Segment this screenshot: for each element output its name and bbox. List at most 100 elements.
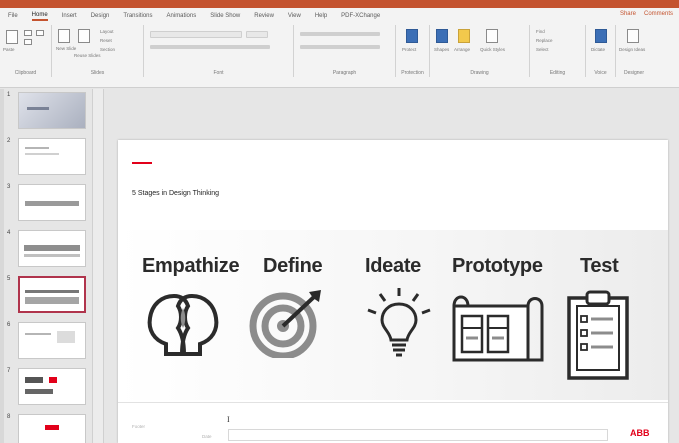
protect-label: Protect: [402, 47, 417, 52]
font-group-label: Font: [213, 70, 224, 76]
thumbnail-number: 1: [7, 92, 11, 98]
editing-group: Find Replace Select Editing: [530, 25, 586, 77]
designer-group-label: Designer: [623, 70, 644, 76]
stage-label-ideate: Ideate: [365, 255, 422, 277]
stage-label-prototype: Prototype: [452, 255, 543, 277]
paste-icon[interactable]: [6, 30, 18, 44]
slides-group-label: Slides: [90, 70, 105, 76]
slide-footer: I Footer Date ABB: [118, 402, 668, 443]
drawing-group-label: Drawing: [470, 70, 489, 76]
font-name-dropdown[interactable]: [150, 31, 242, 38]
voice-group-label: Voice: [594, 70, 607, 76]
paste-label: Paste: [3, 47, 15, 52]
replace-button[interactable]: Replace: [536, 38, 553, 43]
tab-insert[interactable]: Insert: [62, 13, 77, 19]
tab-pdf-xchange[interactable]: PDF-XChange: [341, 13, 380, 19]
stage-label-empathize: Empathize: [142, 255, 240, 277]
ribbon-groups: Paste Clipboard New Slide Reuse Slides L…: [0, 25, 679, 77]
ribbon-tabs: File Home Insert Design Transitions Anim…: [0, 8, 679, 24]
thumbnail-number: 6: [7, 322, 11, 328]
slides-group: New Slide Reuse Slides Layout Reset Sect…: [52, 25, 144, 77]
slide-accent-line: [132, 162, 152, 164]
text-cursor-icon: I: [227, 415, 230, 424]
thumbnail-pane-scrollbar[interactable]: [92, 89, 104, 443]
arrange-label: Arrange: [454, 47, 471, 52]
thumbnail-number: 3: [7, 184, 11, 190]
font-group: Font: [144, 25, 294, 77]
thumbnail-number: 8: [7, 414, 11, 420]
powerpoint-window: File Home Insert Design Transitions Anim…: [0, 0, 679, 443]
footer-date-text[interactable]: Date: [202, 434, 212, 439]
protection-group-label: Protection: [401, 70, 424, 76]
slide-title[interactable]: 5 Stages in Design Thinking: [132, 190, 219, 197]
new-slide-label: New Slide: [56, 46, 77, 51]
stage-label-test: Test: [580, 255, 619, 277]
target-icon: [249, 290, 321, 358]
quick-styles-icon[interactable]: [486, 29, 498, 43]
reuse-slides-icon[interactable]: [78, 29, 90, 43]
find-button[interactable]: Find: [536, 29, 545, 34]
tab-design[interactable]: Design: [91, 13, 110, 19]
paragraph-group: Paragraph: [294, 25, 396, 77]
designer-group: Design Ideas Designer: [616, 25, 652, 77]
tab-help[interactable]: Help: [315, 13, 327, 19]
reuse-slides-label: Reuse Slides: [74, 53, 101, 58]
select-button[interactable]: Select: [536, 47, 549, 52]
design-ideas-label: Design Ideas: [619, 47, 646, 52]
reset-button[interactable]: Reset: [100, 38, 112, 43]
slide-canvas[interactable]: 5 Stages in Design Thinking Empathize De…: [118, 140, 668, 443]
two-heads-icon: [147, 293, 219, 356]
abb-logo: ABB: [630, 428, 650, 438]
footer-left-text[interactable]: Footer: [132, 424, 145, 429]
thumbnail-number: 2: [7, 138, 11, 144]
ribbon: File Home Insert Design Transitions Anim…: [0, 8, 679, 88]
tab-animations[interactable]: Animations: [167, 13, 197, 19]
design-ideas-icon[interactable]: [627, 29, 639, 43]
slide-thumbnail-4[interactable]: [18, 230, 86, 267]
paragraph-group-label: Paragraph: [332, 70, 357, 76]
footer-placeholder-box[interactable]: [228, 429, 608, 441]
title-bar: [0, 0, 679, 8]
voice-group: Dictate Voice: [586, 25, 616, 77]
section-button[interactable]: Section: [100, 47, 115, 52]
drawing-group: Shapes Arrange Quick Styles Drawing: [430, 25, 530, 77]
lightbulb-icon: [367, 288, 431, 357]
tab-transitions[interactable]: Transitions: [123, 13, 152, 19]
slide-thumbnail-2[interactable]: [18, 138, 86, 175]
tab-home[interactable]: Home: [31, 12, 48, 21]
dictate-label: Dictate: [591, 47, 606, 52]
layout-button[interactable]: Layout: [100, 29, 114, 34]
slide-thumbnail-pane: 1 2 3 4 5 6 7 8: [4, 89, 92, 443]
shapes-icon[interactable]: [436, 29, 448, 43]
new-slide-icon[interactable]: [58, 29, 70, 43]
tab-file[interactable]: File: [8, 13, 18, 19]
share-button[interactable]: Share: [620, 11, 636, 17]
copy-icon[interactable]: [24, 39, 32, 45]
slide-thumbnail-1[interactable]: [18, 92, 86, 129]
editing-group-label: Editing: [549, 70, 566, 76]
tab-slide-show[interactable]: Slide Show: [210, 13, 240, 19]
arrange-icon[interactable]: [458, 29, 470, 43]
format-painter-icon[interactable]: [36, 30, 44, 36]
thumbnail-number: 7: [7, 368, 11, 374]
clipboard-checklist-icon: [567, 290, 629, 380]
font-size-dropdown[interactable]: [246, 31, 268, 38]
tab-view[interactable]: View: [288, 13, 301, 19]
slide-thumbnail-6[interactable]: [18, 322, 86, 359]
comments-button[interactable]: Comments: [644, 11, 673, 17]
clipboard-group-label: Clipboard: [14, 70, 37, 76]
cut-icon[interactable]: [24, 30, 32, 36]
font-format-buttons[interactable]: [150, 45, 270, 49]
slide-thumbnail-5-selected[interactable]: [18, 276, 86, 313]
clipboard-group: Paste Clipboard: [0, 25, 52, 77]
lock-icon[interactable]: [406, 29, 418, 43]
slide-thumbnail-7[interactable]: [18, 368, 86, 405]
tab-review[interactable]: Review: [254, 13, 274, 19]
microphone-icon[interactable]: [595, 29, 607, 43]
stage-label-define: Define: [263, 255, 323, 277]
slide-thumbnail-3[interactable]: [18, 184, 86, 221]
protection-group: Protect Protection: [396, 25, 430, 77]
alignment-buttons[interactable]: [300, 45, 380, 49]
slide-thumbnail-8[interactable]: [18, 414, 86, 443]
list-buttons[interactable]: [300, 32, 380, 36]
